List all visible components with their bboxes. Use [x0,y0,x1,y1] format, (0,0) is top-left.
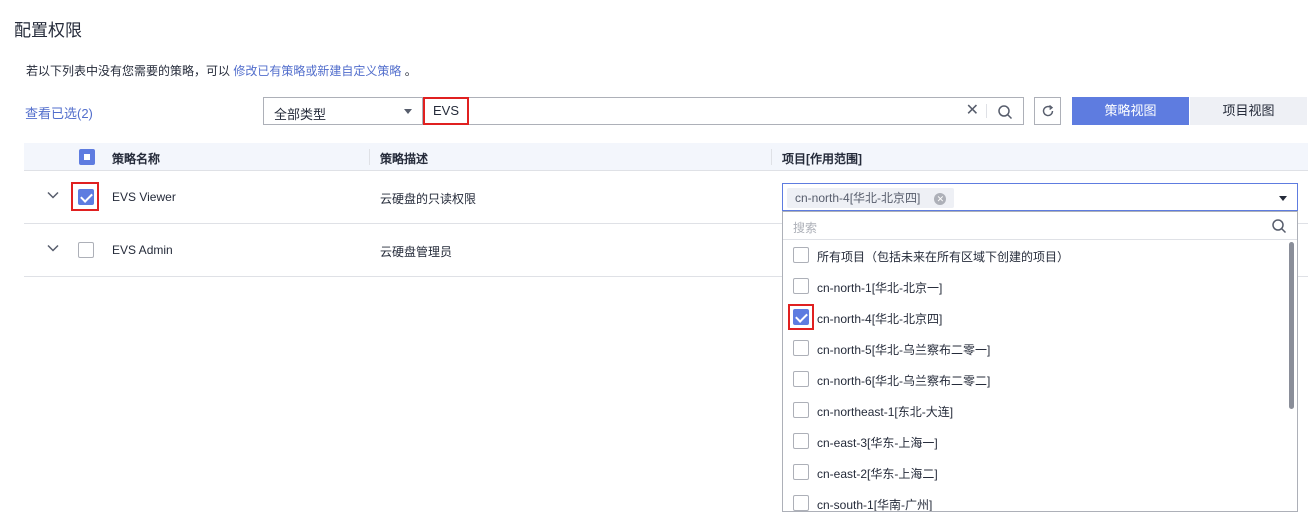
policy-name: EVS Admin [112,243,173,257]
dropdown-option[interactable]: cn-east-3[华东-上海一] [783,426,1283,457]
chevron-down-icon[interactable] [1279,196,1287,201]
dropdown-option[interactable]: cn-north-1[华北-北京一] [783,271,1283,302]
search-icon[interactable] [997,104,1013,120]
type-select-value: 全部类型 [274,107,327,122]
project-view-button[interactable]: 项目视图 [1190,97,1307,125]
select-all-checkbox[interactable] [79,149,95,165]
row-checkbox[interactable] [78,242,94,258]
dropdown-option[interactable]: cn-east-2[华东-上海二] [783,457,1283,488]
option-checkbox[interactable] [793,247,809,263]
dropdown-search-input[interactable]: 搜索 [793,219,817,236]
refresh-button[interactable] [1034,97,1061,125]
dropdown-scrollbar[interactable] [1289,242,1294,409]
chevron-down-icon[interactable] [47,242,59,254]
option-label: cn-north-6[华北-乌兰察布二零二] [817,374,991,388]
option-checkbox[interactable] [793,495,809,511]
policy-desc: 云硬盘的只读权限 [380,192,477,206]
dropdown-option[interactable]: cn-north-6[华北-乌兰察布二零二] [783,364,1283,395]
option-checkbox[interactable] [793,464,809,480]
search-icon[interactable] [1271,218,1287,234]
option-label: cn-south-1[华南-广州] [817,498,933,512]
type-select[interactable]: 全部类型 [263,97,422,125]
header-policy-name: 策略名称 [112,152,161,166]
column-divider [369,149,370,165]
option-label: cn-north-5[华北-乌兰察布二零一] [817,343,991,357]
header-policy-desc: 策略描述 [380,152,429,166]
option-label: 所有项目（包括未来在所有区域下创建的项目） [817,250,1070,264]
column-divider [771,149,772,165]
clear-icon[interactable]: ✕ [966,102,979,120]
dropdown-search[interactable]: 搜索 [783,212,1297,240]
chevron-down-icon [404,109,412,114]
option-checkbox[interactable] [793,433,809,449]
option-checkbox[interactable] [793,402,809,418]
search-value[interactable]: EVS [423,97,470,125]
chevron-down-icon[interactable] [47,189,59,201]
project-dropdown: 搜索 所有项目（包括未来在所有区域下创建的项目） cn-north-1[华北-北… [782,211,1298,512]
tag-remove-icon[interactable]: ✕ [934,192,947,205]
hint-prefix: 若以下列表中没有您需要的策略，可以 [26,64,231,78]
option-checkbox[interactable] [793,371,809,387]
option-checkbox[interactable] [793,340,809,356]
table-header: 策略名称 策略描述 项目[作用范围] [24,143,1308,171]
option-checkbox[interactable] [793,309,809,325]
dropdown-option[interactable]: 所有项目（包括未来在所有区域下创建的项目） [783,240,1283,271]
option-label: cn-east-3[华东-上海一] [817,436,938,450]
hint-suffix: 。 [404,64,417,78]
edit-policy-link[interactable]: 修改已有策略或新建自定义策略 [233,64,401,78]
option-label: cn-north-4[华北-北京四] [817,312,943,326]
hint-text: 若以下列表中没有您需要的策略，可以 修改已有策略或新建自定义策略 。 [26,62,417,79]
policy-view-button[interactable]: 策略视图 [1072,97,1189,125]
project-select[interactable]: cn-north-4[华北-北京四] ✕ [782,183,1298,211]
row-checkbox[interactable] [78,189,94,205]
selected-project-tag: cn-north-4[华北-北京四] ✕ [787,188,955,208]
search-divider [986,104,987,118]
policy-desc: 云硬盘管理员 [380,245,453,259]
policy-name: EVS Viewer [112,190,176,204]
dropdown-option[interactable]: cn-north-4[华北-北京四] [783,302,1283,333]
option-label: cn-north-1[华北-北京一] [817,281,943,295]
page-title: 配置权限 [14,21,82,40]
refresh-icon [1042,104,1054,117]
search-input[interactable]: EVS ✕ [422,97,1024,125]
dropdown-option[interactable]: cn-south-1[华南-广州] [783,488,1283,512]
option-label: cn-east-2[华东-上海二] [817,467,938,481]
tag-label: cn-north-4[华北-北京四] [795,191,921,205]
option-checkbox[interactable] [793,278,809,294]
option-label: cn-northeast-1[东北-大连] [817,405,954,419]
dropdown-option[interactable]: cn-northeast-1[东北-大连] [783,395,1283,426]
view-selected-link[interactable]: 查看已选(2) [25,103,93,122]
header-project-scope: 项目[作用范围] [782,152,862,166]
dropdown-option[interactable]: cn-north-5[华北-乌兰察布二零一] [783,333,1283,364]
